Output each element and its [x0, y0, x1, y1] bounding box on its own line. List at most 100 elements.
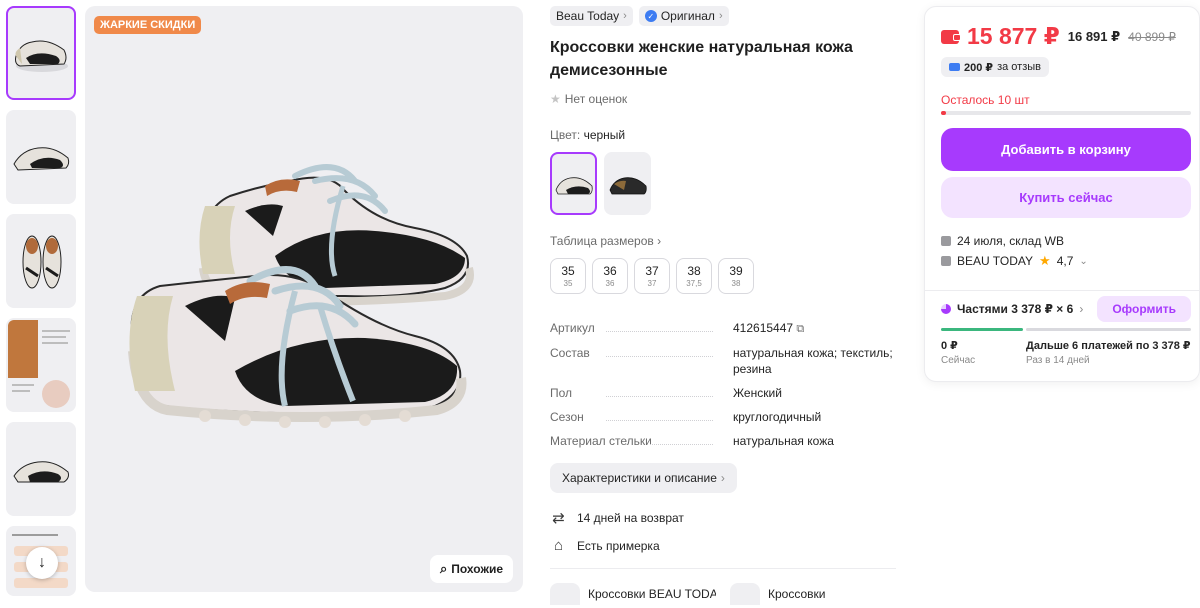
size-ru: 37: [647, 279, 657, 288]
spec-value: натуральная кожа: [733, 434, 834, 448]
pay-now-bar: [941, 328, 1023, 331]
details-button[interactable]: Характеристики и описание ›: [550, 463, 737, 493]
sizes-title: Таблица размеров: [550, 234, 654, 248]
delivery-info: 24 июля, склад WB: [941, 234, 1064, 248]
installments-link[interactable]: Частями 3 378 ₽ × 6 ›: [941, 302, 1083, 316]
color-value: черный: [583, 128, 626, 142]
review-bonus-suffix: за отзыв: [997, 61, 1042, 73]
spec-key: Артикул: [550, 321, 595, 335]
brand-name: Beau Today: [556, 9, 620, 23]
price-old: 40 899 ₽: [1128, 29, 1176, 44]
size-ru: 36: [605, 279, 615, 288]
similar-button[interactable]: ⌕ Похожие: [429, 555, 513, 583]
color-swatch-brown[interactable]: [604, 152, 651, 215]
promo-badge: ЖАРКИЕ СКИДКИ: [94, 16, 202, 34]
article-number[interactable]: 412615447: [733, 321, 793, 335]
return-text: 14 дней на возврат: [577, 511, 684, 525]
main-product-image[interactable]: ЖАРКИЕ СКИДКИ ⌕ Похожие: [85, 6, 523, 592]
return-arrows-icon: ⇄: [552, 510, 565, 527]
spec-value: натуральная кожа; текстиль; резина: [733, 346, 893, 376]
size-number: 38: [687, 264, 701, 278]
fitting-text: Есть примерка: [577, 538, 660, 553]
spec-row: Состав натуральная кожа; текстиль; резин…: [550, 345, 896, 377]
installments-row: Частями 3 378 ₽ × 6 › Оформить: [941, 296, 1191, 322]
spec-value: Женский: [733, 386, 782, 400]
thumbnail-5[interactable]: [6, 422, 76, 516]
category-link[interactable]: Кроссовки: [730, 583, 825, 605]
brand-chip[interactable]: Beau Today ›: [550, 6, 633, 26]
color-swatch-black[interactable]: [550, 152, 597, 215]
size-option[interactable]: 39 38: [718, 258, 754, 294]
seller-name: BEAU TODAY: [957, 254, 1034, 268]
spec-key: Материал стельки: [550, 434, 652, 448]
wallet-icon: [941, 29, 961, 44]
sneakers-photo: [128, 164, 474, 428]
chevron-right-icon: ›: [720, 471, 725, 485]
thumbnail-4[interactable]: [6, 318, 76, 412]
specs-list: Артикул 412615447 ⧉ Состав натуральная к…: [550, 320, 896, 449]
pay-later-sub: Раз в 14 дней: [1026, 355, 1090, 366]
spec-key: Пол: [550, 386, 573, 400]
original-chip[interactable]: ✓ Оригинал ›: [638, 6, 729, 26]
price-main: 15 877 ₽: [967, 23, 1060, 49]
thumbnail-1[interactable]: [6, 6, 76, 100]
pay-later-amount: Дальше 6 платежей по 3 378 ₽: [1026, 340, 1191, 352]
star-icon: ★: [1039, 253, 1051, 268]
stock-bar: [941, 111, 1191, 115]
product-title: Кроссовки женские натуральная кожа демис…: [550, 39, 853, 79]
rating-text: Нет оценок: [564, 92, 628, 106]
category-label: Кроссовки BEAU TODA: [588, 587, 716, 601]
order-button[interactable]: Оформить: [1097, 296, 1191, 322]
add-to-cart-button[interactable]: Добавить в корзину: [941, 128, 1191, 171]
tag-icon: [550, 583, 580, 605]
buy-now-button[interactable]: Купить сейчас: [941, 177, 1191, 218]
seller-rating: 4,7: [1056, 254, 1074, 268]
buy-card: 15 877 ₽ 16 891 ₽ 40 899 ₽ 200 ₽ за отзы…: [924, 6, 1200, 382]
fitting-feature: ⌂ Есть примерка: [550, 537, 896, 554]
pay-now: 0 ₽ Сейчас: [941, 339, 975, 366]
review-bonus-chip[interactable]: 200 ₽ за отзыв: [941, 57, 1050, 77]
installments-label: Частями 3 378 ₽ × 6: [957, 302, 1074, 316]
size-number: 39: [729, 264, 743, 278]
chevron-right-icon: ›: [657, 234, 662, 248]
store-icon: [941, 256, 951, 266]
pay-now-amount: 0 ₽: [941, 340, 958, 352]
review-bonus: 200 ₽: [964, 61, 994, 74]
category-label: Кроссовки: [768, 587, 826, 601]
size-number: 35: [561, 264, 575, 278]
size-ru: 38: [731, 279, 741, 288]
color-row: Цвет: черный: [550, 128, 896, 142]
pay-later-bar: [1026, 328, 1191, 331]
size-ru: 35: [563, 279, 573, 288]
thumbnail-2[interactable]: [6, 110, 76, 204]
payment-progress: [941, 328, 1191, 331]
thumbnail-3[interactable]: [6, 214, 76, 308]
price-row: 15 877 ₽ 16 891 ₽ 40 899 ₽: [941, 23, 1176, 50]
arrow-down-icon: ↓: [38, 554, 46, 571]
similar-label: Похожие: [451, 562, 503, 576]
wallet-icon: [949, 63, 960, 71]
spec-row: Артикул 412615447 ⧉: [550, 320, 896, 337]
scroll-down-button[interactable]: ↓: [26, 547, 58, 579]
category-link[interactable]: Кроссовки BEAU TODA: [550, 583, 716, 605]
size-option[interactable]: 37 37: [634, 258, 670, 294]
size-ru: 37,5: [686, 279, 702, 288]
price-alt: 16 891 ₽: [1067, 28, 1121, 44]
original-label: Оригинал: [660, 9, 715, 23]
pay-now-sub: Сейчас: [941, 355, 976, 366]
rating-row[interactable]: ★ Нет оценок: [550, 92, 896, 106]
category-links: Кроссовки BEAU TODA Кроссовки: [550, 583, 896, 605]
spec-key: Состав: [550, 346, 590, 360]
pie-icon: [941, 304, 951, 314]
seller-info[interactable]: BEAU TODAY ★ 4,7 ⌄: [941, 253, 1088, 269]
size-option[interactable]: 35 35: [550, 258, 586, 294]
chevron-right-icon: ›: [1079, 302, 1084, 316]
color-label: Цвет:: [550, 128, 581, 142]
chevron-right-icon: ›: [718, 10, 723, 22]
size-option[interactable]: 36 36: [592, 258, 628, 294]
size-table-link[interactable]: Таблица размеров ›: [550, 234, 896, 248]
pay-later: Дальше 6 платежей по 3 378 ₽ Раз в 14 дн…: [1026, 339, 1191, 366]
verified-icon: ✓: [644, 10, 657, 22]
copy-icon[interactable]: ⧉: [796, 323, 804, 335]
size-option[interactable]: 38 37,5: [676, 258, 712, 294]
